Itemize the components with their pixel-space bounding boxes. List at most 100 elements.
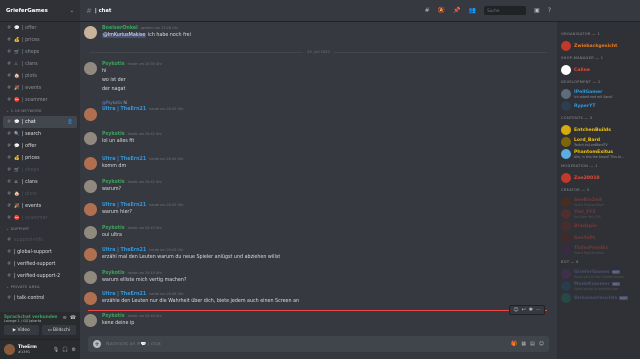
member-category: CONTENTS — 3 [561,116,593,120]
member-item[interactable]: ModeKammer BOT Spielt going to emdied.com [561,280,640,292]
member-info: EntchenBuilds [574,128,611,133]
member-name: Bradspin [574,223,598,229]
avatar[interactable] [84,26,97,39]
add-reaction-icon[interactable]: ☺ [513,307,518,313]
disconnect-icon[interactable]: ☎ [70,315,76,321]
member-item[interactable]: SeeBinZeit Spielt MysteryMod [561,196,640,208]
channel-item[interactable]: # 💰 | prices [3,34,77,46]
member-item[interactable]: SeeYaPL [561,232,640,244]
channel-item[interactable]: # ⛔ | scammer [3,94,77,106]
member-item[interactable]: Streamerleuchte BOT [561,292,640,304]
microphone-icon[interactable]: 🎙 [53,347,59,353]
channel-category[interactable]: ⌄ SUPPORT [0,224,80,234]
more-icon[interactable]: ⋯ [536,307,541,313]
message: BoeiserOnkel gestern um 15:28 Uhr @ImKuriu… [84,25,547,40]
add-member-icon[interactable]: 👤 [67,120,73,125]
channel-label: | plots [22,73,37,79]
message-input[interactable] [106,341,512,347]
avatar[interactable] [84,292,97,305]
message-timestamp: heute um 20:42 Uhr [127,180,162,184]
member-item[interactable]: Bradspin [561,220,640,232]
channel-item[interactable]: # 🏠 | plots [3,188,77,200]
avatar[interactable] [4,344,15,355]
message-body: Ultra | TheErn21 heute um 20:42 Uhr warum … [102,202,547,217]
bell-icon[interactable]: 🔕 [438,7,445,14]
inbox-icon[interactable]: ▣ [534,7,540,14]
chat-area: # | chat # 🔕 📌 👥 Suche ▣ ? BoeiserOnkel g… [80,0,557,359]
channel-item[interactable]: # | talk-control [3,292,77,304]
message-actions: ☺ ↩ ✱ ⋯ [509,305,545,315]
channel-item[interactable]: # ⚔ | clans [3,58,77,70]
avatar [561,293,571,303]
avatar[interactable] [84,203,97,216]
channel-category[interactable]: ⌄ PRIVATE AREA [0,282,80,292]
member-item[interactable]: Zwiebackgesicht [561,40,640,52]
channel-item[interactable]: # 💬 | offer [3,22,77,34]
message-author[interactable]: Ultra | TheErn21 [102,107,146,112]
avatar[interactable] [84,180,97,193]
gif-icon[interactable]: ▦ [521,341,526,347]
channel-item[interactable]: # 🛒 | shops [3,46,77,58]
channel-item[interactable]: # 💬 | chat 👤 [3,116,77,128]
search-input[interactable]: Suche [484,6,527,15]
member-item[interactable]: IPellGamer Ich arbeit ned mit Sand! [561,88,640,100]
channel-item[interactable]: # 🛒 | shops [3,164,77,176]
channel-item[interactable]: # 🔍 | search [3,128,77,140]
screen-label: Bildschi [53,327,70,333]
sticker-icon[interactable]: ▤ [530,341,535,347]
server-header[interactable]: GrieferGames ⌄ [0,0,80,22]
channel-label: | offer [22,25,37,31]
channel-item[interactable]: # 🎉 | events [3,200,77,212]
channel-item[interactable]: # support-info [3,234,77,246]
channel-item[interactable]: # 🎉 | events [3,82,77,94]
avatar[interactable] [84,248,97,261]
screen-share-button[interactable]: ▭ Bildschi [41,325,76,335]
message: Psykotis heute um 20:30 Uhr hi wo ist der de… [84,61,547,94]
pin-icon[interactable]: 📌 [453,7,460,14]
signal-icon[interactable]: ≋ [63,315,67,321]
member-item[interactable]: PhantomExitus Ahh, is this the blood? Thi… [561,148,640,160]
emoji-icon[interactable]: ☺ [539,341,544,347]
video-button[interactable]: ▶ Video [4,325,39,335]
threads-icon[interactable]: # [425,7,430,14]
channel-item[interactable]: # | verified-support [3,258,77,270]
gear-icon[interactable]: ⚙ [72,347,76,353]
member-item[interactable]: RyperYT [561,100,640,112]
gift-icon[interactable]: 🎁 [511,341,517,347]
channel-item[interactable]: # | global-support [3,246,77,258]
avatar[interactable] [84,157,97,170]
help-icon[interactable]: ? [548,7,551,14]
avatar[interactable] [84,226,97,239]
member-item[interactable]: ThiImPrindEn Spielt MysteryMod [561,244,640,256]
headphones-icon[interactable]: 🎧 [62,347,68,353]
channel-item[interactable]: # ⛔ | scammer [3,212,77,224]
member-item[interactable]: Lord_Bard Twitch.tv/LordBardTV [561,136,640,148]
channel-category[interactable]: ⌄ 1.16 NETWORK [0,106,80,116]
member-name: Zwiebackgesicht [574,43,618,49]
member-item[interactable]: Caline [561,64,640,76]
channel-item[interactable]: # ⚔ | clans [3,176,77,188]
message-timestamp: heute um 20:44 Uhr [149,292,184,296]
member-item[interactable]: EntchenBuilds [561,124,640,136]
pin-icon[interactable]: ✱ [529,307,533,313]
channel-item[interactable]: # 💰 | prices [3,152,77,164]
channel-item[interactable]: # 🏠 | plots [3,70,77,82]
user-mention[interactable]: @ImKuriusMakise [102,33,147,38]
channel-label: | chat [22,119,36,125]
avatar[interactable] [84,108,97,121]
avatar[interactable] [84,62,97,75]
member-item[interactable]: Yeti_FFS YouTube Yeti_FFS [561,208,640,220]
member-item[interactable]: GrieferGames BOT Spielt Join to Die Griefe… [561,268,640,280]
members-icon[interactable]: 👥 [469,7,476,14]
avatar[interactable] [84,314,97,327]
member-name: EntchenBuilds [574,127,611,133]
message-body: Ultra | TheErn21 heute um 20:44 Uhr erzähl… [102,291,547,306]
avatar[interactable] [84,271,97,284]
plus-icon[interactable]: + [93,340,101,348]
channel-item[interactable]: # 💬 | offer [3,140,77,152]
hash-icon: # [7,215,12,221]
avatar[interactable] [84,132,97,145]
member-item[interactable]: Zoe20010 [561,172,640,184]
channel-item[interactable]: # | verified-support-2 [3,270,77,282]
reply-icon[interactable]: ↩ [522,307,526,313]
